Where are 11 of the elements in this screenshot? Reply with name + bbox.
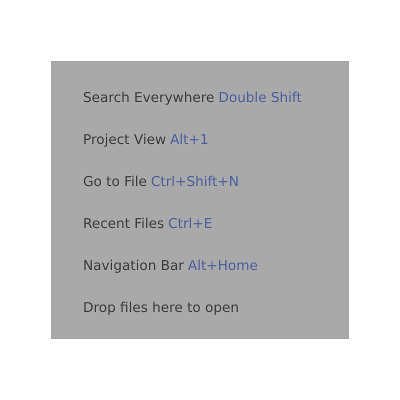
hint-text: Drop files here to open [83, 299, 239, 318]
hint-text: Project View [83, 131, 166, 150]
hint-text: Navigation Bar [83, 257, 184, 276]
shortcut-text: Alt+Home [188, 257, 258, 276]
shortcut-text: Ctrl+Shift+N [150, 173, 239, 192]
hint-text: Go to File [83, 173, 147, 192]
shortcut-text: Ctrl+E [168, 215, 212, 234]
shortcut-text: Double Shift [218, 89, 302, 108]
hint-text: Search Everywhere [83, 89, 214, 108]
shortcut-text: Alt+1 [170, 131, 209, 150]
hint-text: Recent Files [83, 215, 164, 234]
